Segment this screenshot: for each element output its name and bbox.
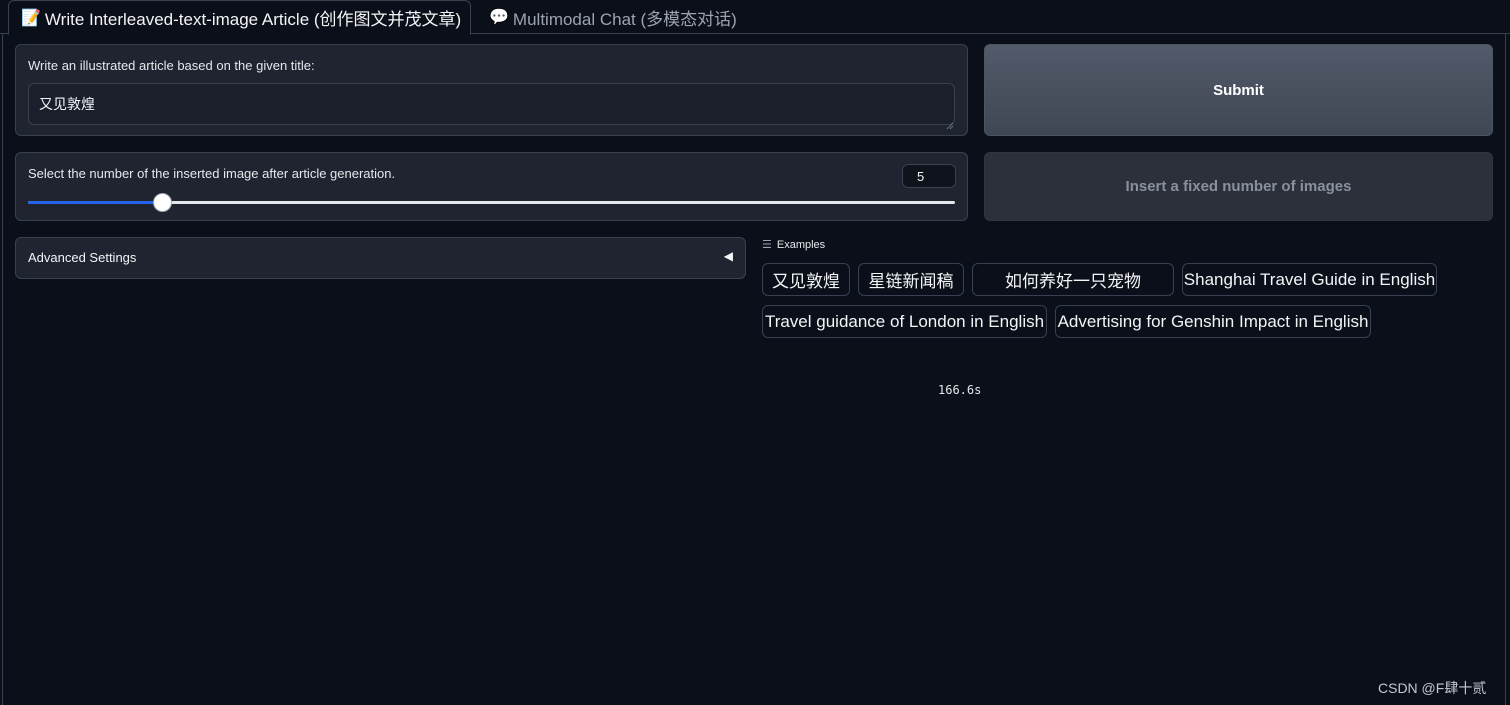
caret-left-icon: ◀: [723, 249, 733, 263]
image-count-panel: Select the number of the inserted image …: [15, 152, 968, 221]
title-label: Write an illustrated article based on th…: [28, 58, 315, 73]
example-item[interactable]: Advertising for Genshin Impact in Englis…: [1055, 305, 1371, 338]
example-item[interactable]: 又见敦煌: [762, 263, 850, 296]
image-count-slider-fill: [28, 201, 163, 204]
advanced-settings-accordion[interactable]: Advanced Settings ◀: [15, 237, 746, 279]
memo-icon: 📝: [21, 9, 41, 27]
tab-write-article[interactable]: 📝 Write Interleaved-text-image Article (…: [8, 0, 471, 35]
submit-button[interactable]: Submit: [984, 44, 1493, 136]
example-item[interactable]: 如何养好一只宠物: [972, 263, 1174, 296]
example-item[interactable]: 星链新闻稿: [858, 263, 964, 296]
resize-grip-icon: [946, 122, 954, 130]
example-item[interactable]: Travel guidance of London in English: [762, 305, 1047, 338]
resize-handle[interactable]: [946, 117, 954, 130]
elapsed-timer: 166.6s: [938, 383, 982, 397]
advanced-settings-label: Advanced Settings: [28, 250, 137, 265]
frame-border-right: [1505, 34, 1506, 705]
frame-border-left: [2, 34, 3, 705]
list-icon: ☰: [762, 239, 772, 251]
image-count-number-input[interactable]: 5: [902, 164, 956, 188]
image-count-slider-track[interactable]: [28, 193, 955, 212]
title-textarea[interactable]: 又见敦煌: [28, 83, 955, 125]
image-count-slider-thumb[interactable]: [153, 193, 172, 212]
tab-write-article-label: Write Interleaved-text-image Article (创作…: [44, 10, 462, 29]
example-item[interactable]: Shanghai Travel Guide in English: [1182, 263, 1437, 296]
image-count-label: Select the number of the inserted image …: [28, 166, 396, 181]
tab-bar: 📝 Write Interleaved-text-image Article (…: [0, 0, 1510, 35]
tab-multimodal-chat[interactable]: 💬 Multimodal Chat (多模态对话): [477, 0, 749, 34]
title-panel: Write an illustrated article based on th…: [15, 44, 968, 136]
insert-fixed-images-button[interactable]: Insert a fixed number of images: [984, 152, 1493, 221]
speech-bubble-icon: 💬: [489, 9, 509, 26]
watermark: CSDN @F肆十贰: [1378, 680, 1487, 696]
examples-header: ☰ Examples: [762, 238, 826, 252]
tab-multimodal-chat-label: Multimodal Chat (多模态对话): [512, 9, 737, 29]
examples-label: Examples: [776, 238, 826, 251]
